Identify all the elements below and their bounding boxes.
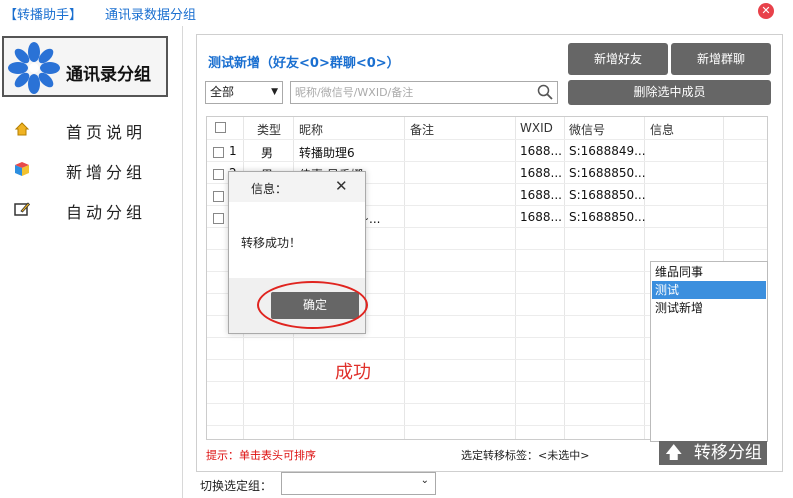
search-input[interactable]: 昵称/微信号/WXID/备注 bbox=[290, 81, 558, 104]
row-checkbox[interactable] bbox=[213, 213, 224, 224]
row-index: 1 bbox=[229, 144, 237, 158]
flower-logo-icon bbox=[8, 42, 60, 94]
tag-item-selected[interactable]: 测试 bbox=[652, 281, 766, 299]
row-wechat-id: S:1688849... bbox=[569, 144, 646, 158]
row-wxid: 1688... bbox=[520, 188, 562, 202]
success-annotation: 成功 bbox=[335, 362, 371, 383]
row-wxid: 1688... bbox=[520, 144, 562, 158]
move-group-button[interactable]: 🡅 转移分组 bbox=[659, 441, 767, 465]
sort-hint: 提示：单击表头可排序 bbox=[206, 449, 316, 462]
cube-icon bbox=[15, 162, 29, 176]
tag-item[interactable]: 维品同事 bbox=[652, 263, 766, 281]
logo-box: 通讯录分组 bbox=[2, 36, 168, 97]
selected-tag-label: 选定转移标签：<未选中> bbox=[461, 449, 590, 462]
col-header-nickname[interactable]: 昵称 bbox=[299, 121, 323, 138]
col-header-wxid[interactable]: WXID bbox=[520, 121, 553, 135]
dialog-message: 转移成功！ bbox=[241, 236, 302, 250]
sidebar-item-label: 自动分组 bbox=[66, 203, 147, 222]
row-wechat-id: S:1688850... bbox=[569, 166, 646, 180]
row-checkbox[interactable] bbox=[213, 191, 224, 202]
sidebar-item-home[interactable]: 首页说明 bbox=[14, 117, 174, 143]
sidebar-item-label: 新增分组 bbox=[66, 163, 147, 182]
edit-icon bbox=[14, 202, 30, 216]
col-header-info[interactable]: 信息 bbox=[650, 121, 674, 138]
sidebar-item-add-group[interactable]: 新增分组 bbox=[14, 157, 174, 183]
chevron-down-icon: ▼ bbox=[271, 87, 278, 97]
chevron-down-icon: ⌄ bbox=[420, 475, 429, 486]
arrow-up-icon: 🡅 bbox=[665, 443, 683, 463]
tag-list[interactable]: 维品同事 测试 测试新增 bbox=[650, 261, 768, 442]
col-header-wechat-id[interactable]: 微信号 bbox=[569, 121, 605, 138]
row-wxid: 1688... bbox=[520, 210, 562, 224]
row-checkbox[interactable] bbox=[213, 147, 224, 158]
delete-selected-button[interactable]: 删除选中成员 bbox=[568, 80, 771, 105]
dialog-title: 信息： bbox=[251, 182, 288, 196]
col-header-note[interactable]: 备注 bbox=[410, 121, 434, 138]
row-wxid: 1688... bbox=[520, 166, 562, 180]
row-checkbox[interactable] bbox=[213, 169, 224, 180]
tag-item[interactable]: 测试新增 bbox=[652, 299, 766, 317]
add-friend-button[interactable]: 新增好友 bbox=[568, 43, 668, 75]
row-wechat-id: S:1688850... bbox=[569, 188, 646, 202]
select-all-checkbox[interactable] bbox=[215, 122, 226, 133]
row-type: 男 bbox=[261, 146, 274, 160]
move-group-label: 转移分组 bbox=[693, 443, 762, 463]
logo-text: 通讯录分组 bbox=[66, 65, 151, 85]
highlight-oval bbox=[257, 281, 368, 329]
search-placeholder: 昵称/微信号/WXID/备注 bbox=[295, 86, 414, 99]
search-icon[interactable] bbox=[537, 84, 553, 100]
switch-group-label: 切换选定组： bbox=[200, 479, 273, 493]
row-nickname: 转播助理6 bbox=[299, 146, 355, 160]
add-group-chat-button[interactable]: 新增群聊 bbox=[671, 43, 771, 75]
filter-value: 全部 bbox=[210, 85, 235, 99]
app-title: 【转播助手】 bbox=[4, 8, 83, 23]
close-icon[interactable]: ✕ bbox=[758, 3, 774, 19]
group-header: 测试新增（好友<0>群聊<0>） bbox=[208, 56, 400, 71]
col-header-type[interactable]: 类型 bbox=[257, 121, 281, 138]
filter-select[interactable]: 全部 ▼ bbox=[205, 81, 283, 104]
window-title: 通讯录数据分组 bbox=[105, 8, 197, 23]
home-icon bbox=[14, 122, 30, 136]
sidebar-item-label: 首页说明 bbox=[66, 123, 147, 142]
close-icon[interactable]: ✕ bbox=[335, 177, 348, 195]
sidebar-item-auto-group[interactable]: 自动分组 bbox=[14, 197, 174, 223]
switch-group-select[interactable]: ⌄ bbox=[281, 472, 436, 495]
row-wechat-id: S:1688850... bbox=[569, 210, 646, 224]
